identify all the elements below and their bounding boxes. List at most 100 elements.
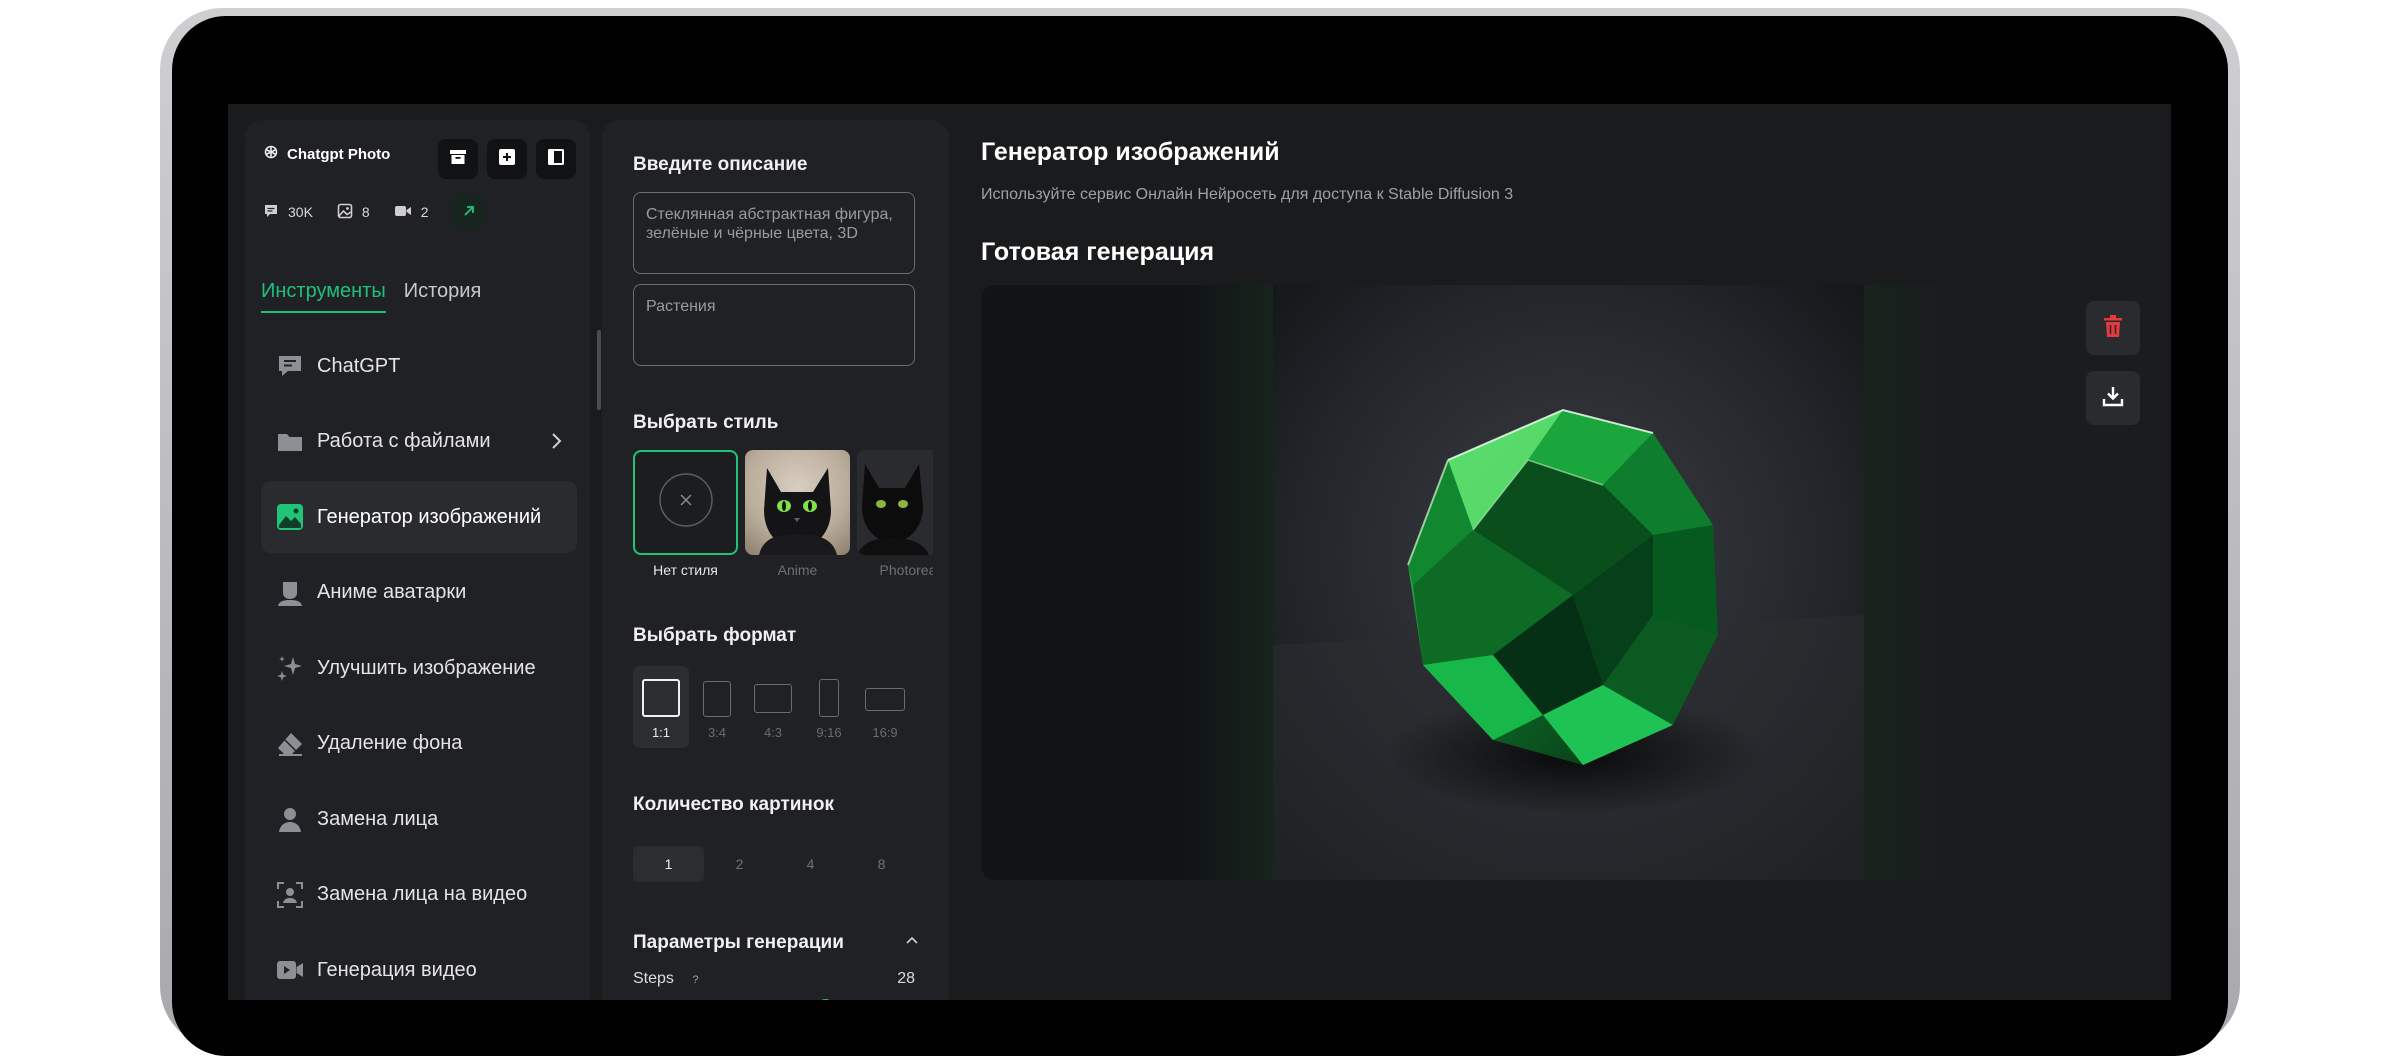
format-heading: Выбрать формат: [633, 625, 797, 646]
download-icon: [2102, 385, 2124, 412]
chat-icon: [275, 351, 305, 381]
user-icon: [275, 804, 305, 834]
nav-label: Работа с файлами: [317, 430, 491, 452]
app-screen: Chatgpt Photo 30K 8 2 Инструменты Истори…: [228, 104, 2171, 1000]
tab-history[interactable]: История: [404, 280, 482, 313]
negative-prompt-input[interactable]: Растения: [633, 284, 915, 366]
format-label: 3:4: [707, 725, 727, 740]
format-option-4-3[interactable]: 4:3: [745, 666, 801, 748]
nav-item-enhance[interactable]: Улучшить изображение: [261, 632, 577, 704]
folder-icon: [275, 427, 305, 457]
count-option[interactable]: 1: [633, 846, 704, 882]
new-chat-button[interactable]: [487, 139, 527, 179]
style-label: Anime: [777, 562, 818, 578]
sparkles-icon: [275, 653, 305, 683]
sidebar-tabs: Инструменты История: [261, 280, 481, 313]
nav-item-anime-avatars[interactable]: Аниме аватарки: [261, 557, 577, 629]
settings-panel: Введите описание Стеклянная абстрактная …: [602, 120, 949, 1000]
nav-label: Аниме аватарки: [317, 581, 467, 603]
video-icon: [275, 955, 305, 985]
count-option[interactable]: 4: [775, 846, 846, 882]
nav-item-face-swap[interactable]: Замена лица: [261, 783, 577, 855]
nav-item-remove-background[interactable]: Удаление фона: [261, 708, 577, 780]
tall-format-icon: [819, 679, 839, 717]
generated-image[interactable]: [1273, 285, 1864, 880]
trash-icon: [2102, 314, 2124, 343]
toggle-sidebar-button[interactable]: [536, 139, 576, 179]
count-option[interactable]: 2: [704, 846, 775, 882]
style-label: Photoreal: [879, 562, 933, 578]
style-carousel: Нет стиля Anime Photorea: [633, 450, 933, 590]
format-option-3-4[interactable]: 3:4: [689, 666, 745, 748]
sidebar-icon: [546, 147, 566, 172]
wide-format-icon: [865, 688, 905, 711]
archive-button[interactable]: [438, 139, 478, 179]
format-option-1-1[interactable]: 1:1: [633, 666, 689, 748]
format-label: 4:3: [763, 725, 783, 740]
avatar-icon: [275, 578, 305, 608]
images-count: 8: [361, 204, 370, 220]
brand[interactable]: Chatgpt Photo: [263, 144, 390, 164]
arrow-up-right-icon: [463, 204, 475, 221]
style-none[interactable]: [633, 450, 738, 555]
image-icon: [275, 502, 305, 532]
format-label: 9:16: [816, 725, 842, 740]
nav-item-image-generator[interactable]: Генератор изображений: [261, 481, 577, 553]
steps-row: Steps ? 28: [633, 970, 915, 988]
upgrade-button[interactable]: [452, 196, 485, 228]
messages-stat: 30K: [263, 203, 313, 222]
tab-tools[interactable]: Инструменты: [261, 280, 386, 313]
nav-item-video-generation[interactable]: Генерация видео: [261, 934, 577, 1000]
result-heading: Готовая генерация: [981, 238, 1215, 266]
count-heading: Количество картинок: [633, 794, 835, 815]
app-name: Chatgpt Photo: [287, 145, 391, 163]
style-photoreal[interactable]: [857, 450, 933, 555]
nav-label: Улучшить изображение: [317, 656, 536, 679]
style-anime[interactable]: [745, 450, 850, 555]
page-title: Генератор изображений: [981, 138, 1280, 166]
format-option-9-16[interactable]: 9:16: [801, 666, 857, 748]
videos-stat: 2: [394, 204, 429, 221]
square-format-icon: [642, 679, 680, 717]
format-option-16-9[interactable]: 16:9: [857, 666, 913, 748]
steps-label: Steps: [633, 970, 674, 987]
nav-label: Удаление фона: [317, 732, 463, 754]
image-count-selector: 1 2 4 8: [633, 846, 917, 882]
format-selector: 1:1 3:4 4:3 9:16 16:9: [633, 666, 913, 748]
messages-count: 30K: [288, 204, 313, 220]
nav-label: ChatGPT: [317, 354, 401, 377]
page-subtitle: Используйте сервис Онлайн Нейросеть для …: [981, 186, 1514, 203]
no-style-icon: [658, 472, 714, 533]
style-label: Нет стиля: [653, 562, 718, 578]
download-button[interactable]: [2086, 371, 2140, 425]
count-option[interactable]: 8: [846, 846, 917, 882]
videos-count: 2: [420, 204, 429, 220]
archive-icon: [448, 147, 468, 172]
nav-label: Генератор изображений: [317, 505, 542, 528]
nav-item-chatgpt[interactable]: ChatGPT: [261, 330, 577, 402]
eraser-icon: [275, 729, 305, 759]
result-side-fill: [981, 285, 1273, 880]
video-stat-icon: [394, 204, 412, 221]
chevron-up-icon[interactable]: [904, 932, 920, 953]
delete-button[interactable]: [2086, 301, 2140, 355]
nav-item-face-swap-video[interactable]: Замена лица на видео: [261, 859, 577, 931]
nav-label: Замена лица: [317, 807, 439, 830]
steps-value: 28: [897, 970, 915, 987]
usage-stats: 30K 8 2: [263, 196, 485, 228]
sidebar-scrollbar[interactable]: [597, 330, 601, 410]
message-icon: [263, 203, 279, 222]
image-stat-icon: [337, 203, 353, 222]
help-icon[interactable]: ?: [692, 974, 698, 986]
face-scan-icon: [275, 880, 305, 910]
landscape-format-icon: [754, 684, 792, 713]
params-heading: Параметры генерации: [633, 932, 844, 953]
prompt-heading: Введите описание: [633, 154, 808, 175]
plus-square-icon: [497, 147, 517, 172]
chevron-right-icon: [549, 430, 563, 458]
nav-item-files[interactable]: Работа с файлами: [261, 406, 577, 478]
cat-thumbnail-image: [745, 468, 850, 555]
prompt-input[interactable]: Стеклянная абстрактная фигура, зелёные и…: [633, 192, 915, 274]
images-stat: 8: [337, 203, 370, 222]
format-label: 16:9: [872, 725, 898, 740]
